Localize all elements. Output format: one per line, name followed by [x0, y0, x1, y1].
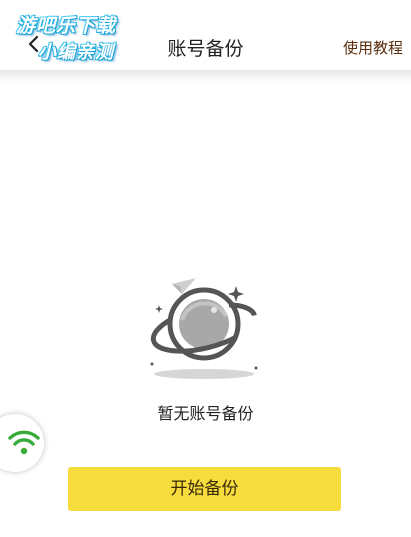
tutorial-link[interactable]: 使用教程 [343, 37, 403, 58]
empty-state-illustration [148, 272, 260, 384]
empty-state-message: 暂无账号备份 [157, 404, 254, 423]
start-backup-button[interactable]: 开始备份 [68, 467, 341, 511]
planet-icon [150, 278, 258, 379]
top-bar-divider [0, 70, 411, 86]
wifi-icon [8, 430, 40, 455]
floating-wifi-button[interactable] [0, 414, 44, 472]
